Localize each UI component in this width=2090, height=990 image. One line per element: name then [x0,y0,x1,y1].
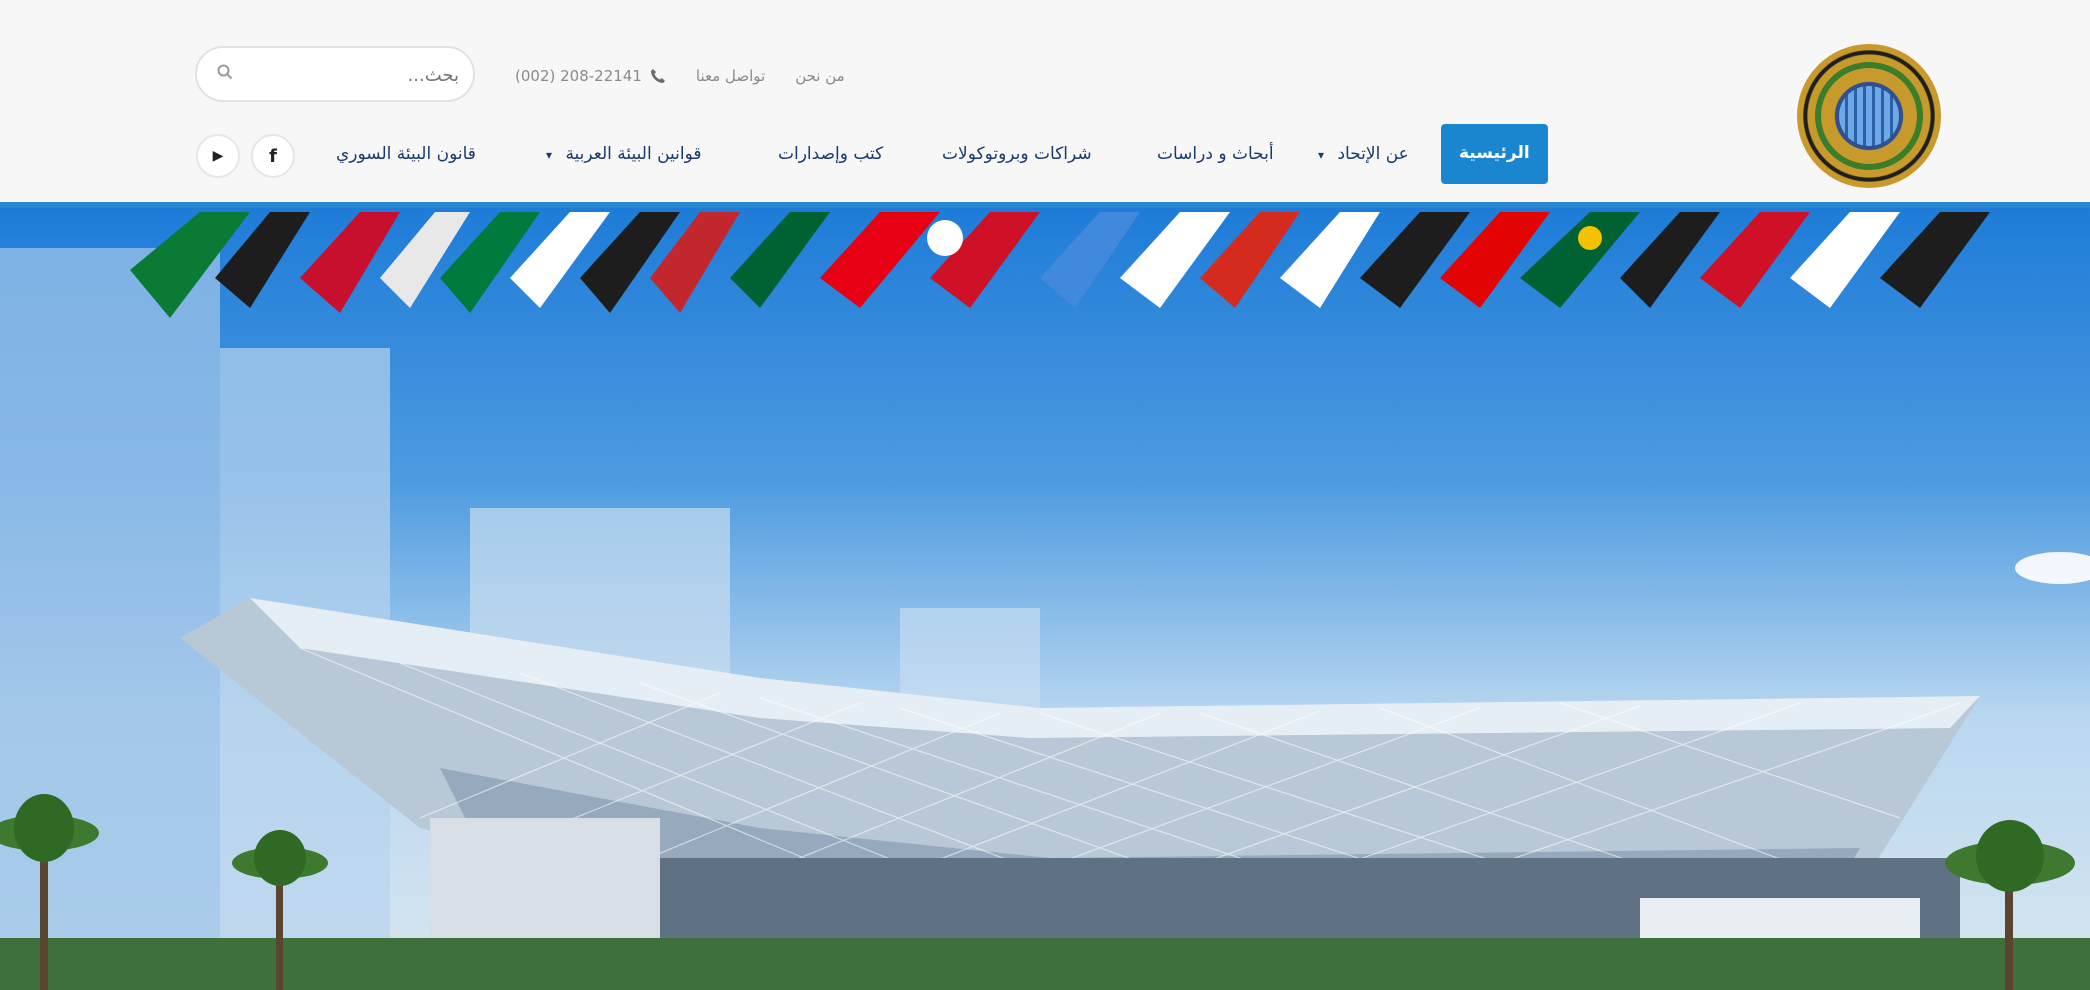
chevron-down-icon: ▾ [546,148,553,162]
about-link[interactable]: من نحن [795,67,845,85]
contact-link[interactable]: تواصل معنا [696,67,765,85]
search-input[interactable] [247,57,461,93]
hero-banner [0,208,2090,990]
facebook-icon: f [269,145,277,167]
search-box[interactable] [195,46,475,102]
main-nav: الرئيسية ▾ عن الإتحاد أبحاث و دراسات شرا… [320,124,1550,184]
header: (002) 208-22141 تواصل معنا من نحن الرئيس… [0,0,2090,208]
nav-arab-laws[interactable]: ▾ قوانين البيئة العربية [546,124,702,184]
nav-research[interactable]: أبحاث و دراسات [1157,124,1274,184]
phone-contact[interactable]: (002) 208-22141 [515,67,666,85]
arab-flags-bunting [130,212,1990,318]
cloud [2015,552,2090,584]
nav-research-label: أبحاث و دراسات [1157,144,1274,164]
nav-syrian-law[interactable]: قانون البيئة السوري [336,124,476,184]
ground-greenery [0,938,2090,990]
tower-left [0,248,220,990]
union-logo[interactable] [1797,44,1941,188]
nav-home-label: الرئيسية [1459,143,1530,163]
nav-publications-label: كتب وإصدارات [778,144,884,164]
nav-home[interactable]: الرئيسية [1441,124,1548,184]
nav-about-union-label: عن الإتحاد [1337,144,1409,164]
page: (002) 208-22141 تواصل معنا من نحن الرئيس… [0,0,2090,990]
topbar: (002) 208-22141 تواصل معنا من نحن [515,62,845,90]
nav-partnerships[interactable]: شراكات وبروتوكولات [942,124,1092,184]
facebook-button[interactable]: f [251,134,295,178]
nav-arab-laws-label: قوانين البيئة العربية [565,144,702,164]
hero-illustration [0,212,2090,990]
search-icon [217,64,233,80]
phone-icon [650,69,665,83]
nav-syrian-law-label: قانون البيئة السوري [336,144,476,164]
nav-partnerships-label: شراكات وبروتوكولات [942,144,1092,164]
youtube-button[interactable]: ▶ [196,134,240,178]
nav-about-union[interactable]: ▾ عن الإتحاد [1318,124,1409,184]
nav-publications[interactable]: كتب وإصدارات [778,124,883,184]
phone-number: (002) 208-22141 [515,67,642,85]
chevron-down-icon: ▾ [1318,148,1325,162]
youtube-icon: ▶ [212,148,224,164]
globe-icon [1839,86,1899,146]
